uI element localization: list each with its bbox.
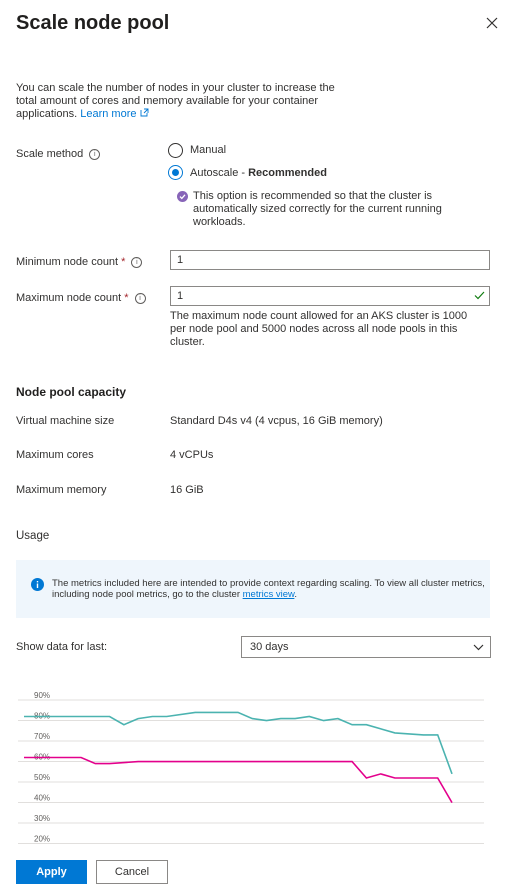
chart-series-1 (24, 756, 453, 804)
manual-label[interactable]: Manual (190, 144, 226, 156)
chart-series-0 (24, 711, 453, 775)
max-count-help: The maximum node count allowed for an AK… (170, 310, 468, 348)
info-icon[interactable]: i (134, 292, 146, 304)
capacity-label-vm: Virtual machine size (16, 415, 115, 427)
max-count-text: Maximum node count (16, 292, 122, 304)
capacity-label-memory: Maximum memory (16, 484, 107, 496)
scale-method-text: Scale method (16, 148, 84, 160)
required-marker: * (124, 292, 129, 304)
apply-button[interactable]: Apply (16, 860, 87, 884)
autoscale-radio[interactable] (168, 165, 183, 180)
required-marker: * (121, 256, 126, 268)
chart-y-tick: 40% (34, 794, 50, 803)
scale-method-label: Scale method i (16, 148, 101, 160)
autoscale-recommendation: This option is recommended so that the c… (193, 190, 442, 228)
chart-y-tick: 20% (34, 835, 50, 844)
capacity-value-memory: 16 GiB (170, 484, 204, 496)
intro-description: You can scale the number of nodes in you… (16, 82, 335, 120)
capacity-label-cores: Maximum cores (16, 449, 94, 461)
intro-text: You can scale the number of nodes in you… (16, 82, 346, 121)
manual-radio[interactable] (168, 143, 183, 158)
check-circle-icon (177, 191, 188, 205)
panel-title: Scale node pool (16, 12, 170, 34)
usage-chart: 90%80%70%60%50%40%30%20% (18, 691, 484, 844)
capacity-value-vm: Standard D4s v4 (4 vcpus, 16 GiB memory) (170, 415, 383, 427)
max-count-input[interactable]: 1 (170, 286, 490, 306)
chart-y-tick: 50% (34, 773, 50, 782)
show-data-label: Show data for last: (16, 641, 108, 653)
recommended-tag: Recommended (248, 167, 327, 179)
info-icon[interactable]: i (89, 148, 101, 160)
banner-text: The metrics included here are intended t… (52, 578, 487, 600)
metrics-view-link[interactable]: metrics view (243, 589, 295, 600)
close-icon[interactable] (485, 16, 499, 30)
info-icon[interactable]: i (131, 256, 143, 268)
chart-y-tick: 70% (34, 732, 50, 741)
external-link-icon (140, 108, 149, 120)
time-range-value: 30 days (250, 641, 289, 653)
metrics-info-banner: The metrics included here are intended t… (16, 560, 490, 618)
time-range-select[interactable]: 30 days (241, 636, 491, 658)
max-count-label: Maximum node count * i (16, 292, 146, 304)
chevron-down-icon (473, 642, 484, 654)
chart-y-tick: 30% (34, 814, 50, 823)
capacity-value-cores: 4 vCPUs (170, 449, 214, 461)
min-count-label: Minimum node count * i (16, 256, 143, 268)
capacity-title: Node pool capacity (16, 385, 127, 399)
autoscale-text: Autoscale (190, 167, 239, 179)
cancel-button[interactable]: Cancel (96, 860, 168, 884)
valid-check-icon (474, 291, 485, 303)
info-icon (31, 578, 44, 594)
min-count-text: Minimum node count (16, 256, 119, 268)
chart-y-tick: 90% (34, 691, 50, 700)
learn-more-link[interactable]: Learn more (80, 108, 136, 120)
min-count-input[interactable]: 1 (170, 250, 490, 270)
max-count-value: 1 (177, 290, 184, 302)
banner-end: . (294, 589, 298, 600)
usage-title: Usage (16, 530, 50, 542)
autoscale-label[interactable]: Autoscale - Recommended (190, 167, 327, 179)
